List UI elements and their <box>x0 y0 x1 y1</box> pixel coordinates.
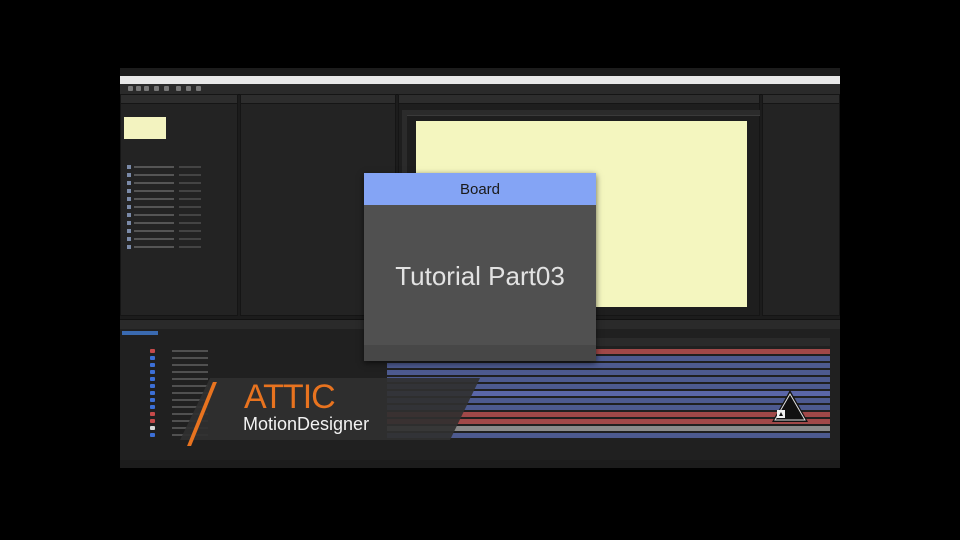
hand-tool-icon[interactable] <box>136 86 141 91</box>
list-item[interactable] <box>127 245 237 250</box>
selection-tool-icon[interactable] <box>128 86 133 91</box>
list-item[interactable] <box>127 205 237 210</box>
info-panel-header <box>763 95 839 104</box>
triangle-logo-icon <box>772 390 808 422</box>
viewer-ruler-top <box>402 110 760 116</box>
card-title: Board <box>364 173 596 205</box>
timecode-display[interactable] <box>122 331 158 335</box>
list-item[interactable] <box>127 229 237 234</box>
list-item[interactable] <box>127 213 237 218</box>
card-subtitle: Tutorial Part03 <box>395 260 565 291</box>
card-footer <box>364 345 596 361</box>
list-item[interactable] <box>127 221 237 226</box>
camera-tool-icon[interactable] <box>164 86 169 91</box>
brush-tool-icon[interactable] <box>196 86 201 91</box>
composition-thumbnail <box>124 117 166 139</box>
rotate-tool-icon[interactable] <box>154 86 159 91</box>
list-item[interactable] <box>127 173 237 178</box>
table-row[interactable] <box>120 348 385 354</box>
text-tool-icon[interactable] <box>186 86 191 91</box>
composition-tab[interactable] <box>399 95 759 104</box>
pen-tool-icon[interactable] <box>176 86 181 91</box>
list-item[interactable] <box>127 189 237 194</box>
info-panel <box>762 94 840 316</box>
table-row[interactable] <box>120 369 385 375</box>
list-item[interactable] <box>127 165 237 170</box>
table-row[interactable] <box>120 355 385 361</box>
brand-subtitle: MotionDesigner <box>243 414 370 434</box>
menu-bar <box>120 76 840 84</box>
table-row[interactable] <box>120 362 385 368</box>
tutorial-title-card: Board Tutorial Part03 <box>364 173 596 361</box>
list-item[interactable] <box>127 181 237 186</box>
zoom-tool-icon[interactable] <box>144 86 149 91</box>
brand-title: ATTIC <box>244 378 336 416</box>
list-item[interactable] <box>127 237 237 242</box>
project-panel <box>120 94 238 316</box>
layer-bar[interactable] <box>387 433 830 438</box>
layer-bar[interactable] <box>387 363 830 368</box>
effect-controls-header <box>241 95 395 104</box>
layer-bar[interactable] <box>387 370 830 375</box>
project-panel-header <box>121 95 237 104</box>
list-item[interactable] <box>127 197 237 202</box>
